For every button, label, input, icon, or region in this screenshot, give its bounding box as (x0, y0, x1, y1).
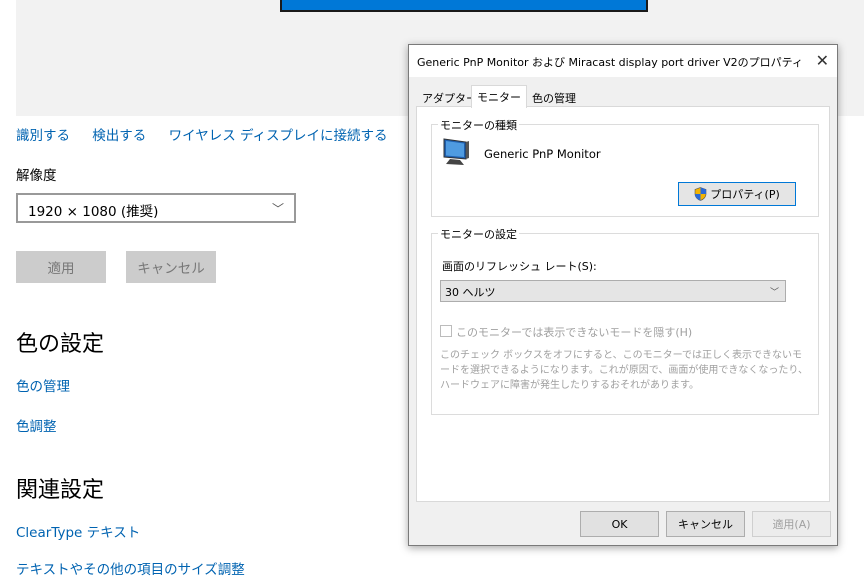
color-management-link[interactable]: 色の管理 (16, 375, 70, 395)
dialog-title: Generic PnP Monitor および Miracast display… (417, 56, 803, 69)
display-preview[interactable] (280, 0, 648, 12)
text-size-link[interactable]: テキストやその他の項目のサイズ調整 (16, 558, 245, 578)
apply-button[interactable]: 適用 (16, 251, 106, 283)
monitor-settings-title: モニターの設定 (438, 226, 519, 242)
refresh-rate-dropdown[interactable]: 30 ヘルツ ﹀ (440, 280, 786, 302)
wireless-display-link[interactable]: ワイヤレス ディスプレイに接続する (169, 128, 388, 144)
detect-link[interactable]: 検出する (92, 128, 146, 144)
uac-shield-icon (694, 187, 707, 201)
display-links-row: 識別する 検出する ワイヤレス ディスプレイに接続する (16, 124, 406, 144)
monitor-tab-panel: モニターの種類 Generic PnP Monitor プロパティ(P) モニタ… (416, 106, 830, 502)
identify-link[interactable]: 識別する (16, 128, 70, 144)
monitor-settings-group: モニターの設定 画面のリフレッシュ レート(S): 30 ヘルツ ﹀ このモニタ… (431, 226, 819, 415)
cleartype-link[interactable]: ClearType テキスト (16, 521, 140, 541)
dialog-cancel-button[interactable]: キャンセル (666, 511, 745, 537)
hide-modes-description: このチェック ボックスをオフにすると、このモニターでは正しく表示できないモードを… (440, 350, 808, 391)
monitor-icon (443, 138, 469, 165)
resolution-dropdown[interactable]: 1920 × 1080 (推奨) ﹀ (16, 193, 296, 223)
cancel-button[interactable]: キャンセル (126, 251, 216, 283)
color-calibration-link[interactable]: 色調整 (16, 415, 57, 435)
ok-button[interactable]: OK (580, 511, 659, 537)
close-icon[interactable]: ✕ (816, 51, 829, 70)
tab-monitor[interactable]: モニター (471, 85, 527, 108)
related-settings-heading: 関連設定 (16, 478, 105, 503)
monitor-properties-label: プロパティ(P) (710, 188, 780, 201)
hide-modes-label: このモニターでは表示できないモードを隠す(H) (456, 326, 693, 339)
tab-color-management[interactable]: 色の管理 (527, 87, 581, 107)
chevron-down-icon: ﹀ (769, 288, 779, 298)
monitor-type-group: モニターの種類 Generic PnP Monitor プロパティ(P) (431, 117, 819, 217)
monitor-properties-button[interactable]: プロパティ(P) (678, 182, 796, 206)
monitor-type-title: モニターの種類 (438, 117, 519, 133)
hide-modes-checkbox[interactable] (440, 325, 452, 337)
refresh-rate-value: 30 ヘルツ (445, 286, 496, 299)
color-settings-heading: 色の設定 (16, 332, 105, 357)
refresh-rate-label: 画面のリフレッシュ レート(S): (442, 260, 597, 273)
chevron-down-icon: ﹀ (271, 202, 284, 216)
monitor-name: Generic PnP Monitor (484, 147, 601, 161)
resolution-label: 解像度 (16, 168, 57, 184)
dialog-titlebar[interactable]: Generic PnP Monitor および Miracast display… (409, 45, 837, 77)
monitor-properties-dialog: Generic PnP Monitor および Miracast display… (408, 44, 838, 546)
dialog-apply-button[interactable]: 適用(A) (752, 511, 831, 537)
resolution-value: 1920 × 1080 (推奨) (28, 204, 159, 220)
